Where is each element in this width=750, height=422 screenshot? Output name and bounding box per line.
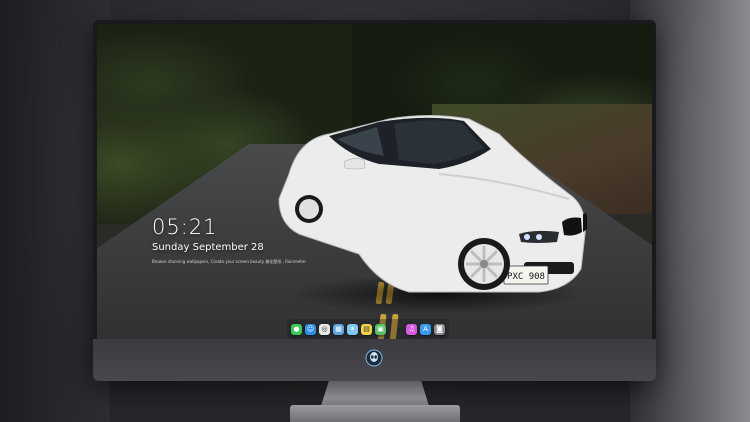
photos-icon[interactable]: ▣ bbox=[375, 323, 386, 335]
license-plate-text: PXC 908 bbox=[507, 272, 545, 282]
imovie-icon[interactable]: ✶ bbox=[347, 323, 358, 335]
itunes-icon[interactable]: ♫ bbox=[406, 323, 417, 335]
messages-icon[interactable]: ● bbox=[291, 323, 302, 335]
lockscreen-clock: 05:21 bbox=[152, 215, 218, 239]
finder-icon[interactable]: ☺ bbox=[305, 323, 316, 335]
car-image: PXC 908 bbox=[278, 115, 587, 293]
notes-icon[interactable]: ▤ bbox=[361, 323, 372, 335]
safari-icon[interactable]: ◎ bbox=[319, 323, 330, 335]
alien-logo-icon bbox=[365, 349, 383, 367]
camera-icon[interactable]: ◙ bbox=[434, 323, 445, 335]
dock: ● ☺ ◎ ▦ ✶ ▤ ▣ ♫ A ◙ bbox=[287, 319, 449, 339]
appstore-icon[interactable]: A bbox=[420, 323, 431, 335]
monitor: PXC 908 05:21 Sunday September 28 Browse… bbox=[93, 20, 656, 380]
desktop-screen: PXC 908 05:21 Sunday September 28 Browse… bbox=[97, 24, 652, 359]
monitor-stand-base bbox=[290, 405, 460, 422]
preview-icon[interactable]: ▦ bbox=[333, 323, 344, 335]
lockscreen-date: Sunday September 28 bbox=[152, 242, 264, 253]
lockscreen-hint: Browse stunning wallpapers, Create your … bbox=[152, 259, 306, 264]
